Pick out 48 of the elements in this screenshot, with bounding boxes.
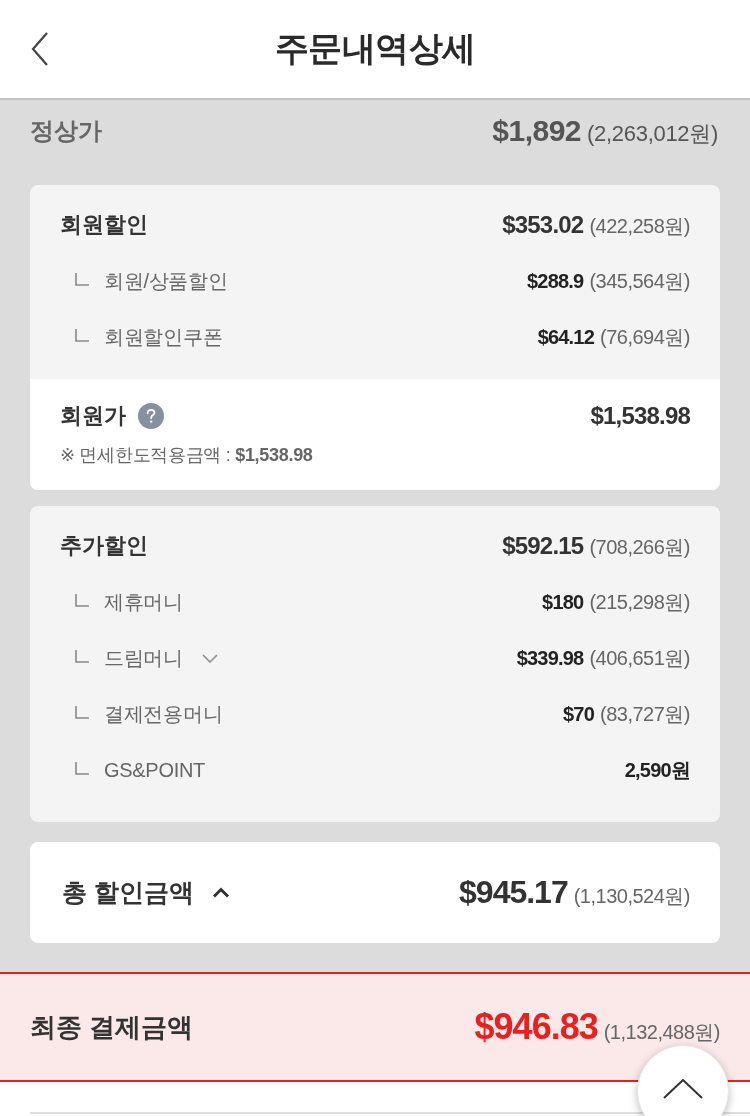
- indent-corner-icon: [75, 328, 89, 342]
- discount-item-label: 드림머니: [104, 645, 183, 671]
- discount-item-usd: $339.98: [516, 646, 584, 670]
- final-payment-usd: $946.83: [474, 1006, 598, 1048]
- final-payment-label: 최종 결제금액: [30, 1010, 194, 1044]
- page-title: 주문내역상세: [274, 28, 476, 69]
- additional-discount-label: 추가할인: [60, 532, 148, 560]
- discount-item-usd: $288.9: [527, 269, 584, 293]
- member-price-usd: $1,538.98: [590, 402, 690, 430]
- indent-corner-icon: [75, 593, 89, 607]
- regular-price-usd: $1,892: [492, 113, 582, 148]
- discount-item-label: 회원할인쿠폰: [104, 324, 223, 350]
- help-icon[interactable]: [138, 403, 164, 429]
- discount-item-krw: (406,651원): [589, 645, 690, 671]
- discount-item-krw: (215,298원): [589, 589, 690, 615]
- indent-corner-icon: [75, 705, 89, 719]
- member-discount-label: 회원할인: [60, 211, 148, 239]
- discount-item-label: 제휴머니: [104, 589, 183, 615]
- total-discount-card[interactable]: 총 할인금액 $945.17 (1,130,524원): [30, 842, 720, 943]
- indent-corner-icon: [75, 649, 89, 663]
- discount-item-label: 회원/상품할인: [104, 268, 228, 294]
- member-discount-usd: $353.02: [502, 210, 584, 239]
- caret-up-icon[interactable]: [211, 887, 230, 898]
- chevron-up-icon: [663, 1079, 703, 1099]
- indent-corner-icon: [75, 272, 89, 286]
- discount-item-krw: (83,727원): [600, 701, 690, 727]
- final-payment-krw: (1,132,488원): [603, 1020, 720, 1045]
- additional-discount-usd: $592.15: [502, 531, 584, 560]
- total-discount-krw: (1,130,524원): [573, 884, 690, 909]
- chevron-down-icon[interactable]: [201, 653, 218, 663]
- indent-corner-icon: [75, 761, 89, 775]
- total-discount-usd: $945.17: [459, 874, 568, 911]
- discount-item-label: 결제전용머니: [104, 701, 223, 727]
- regular-price-krw: (2,263,012원): [587, 119, 718, 148]
- discount-item-usd: $64.12: [537, 325, 594, 349]
- discount-item-krw: (76,694원): [600, 324, 690, 350]
- discount-item-amount: 2,590원: [624, 757, 690, 783]
- additional-discount-krw: (708,266원): [589, 534, 690, 560]
- back-icon[interactable]: [31, 32, 49, 66]
- member-price-label: 회원가: [60, 402, 126, 430]
- discount-item-usd: $180: [542, 590, 584, 614]
- member-discount-krw: (422,258원): [589, 213, 690, 239]
- discount-item-usd: $70: [563, 702, 594, 726]
- total-discount-label: 총 할인금액: [62, 877, 194, 908]
- discount-item-label: GS&POINT: [104, 758, 205, 782]
- discount-item-krw: (345,564원): [589, 268, 690, 294]
- regular-price-label: 정상가: [30, 116, 102, 146]
- duty-free-limit-note: ※ 면세한도적용금액 : $1,538.98: [60, 444, 314, 467]
